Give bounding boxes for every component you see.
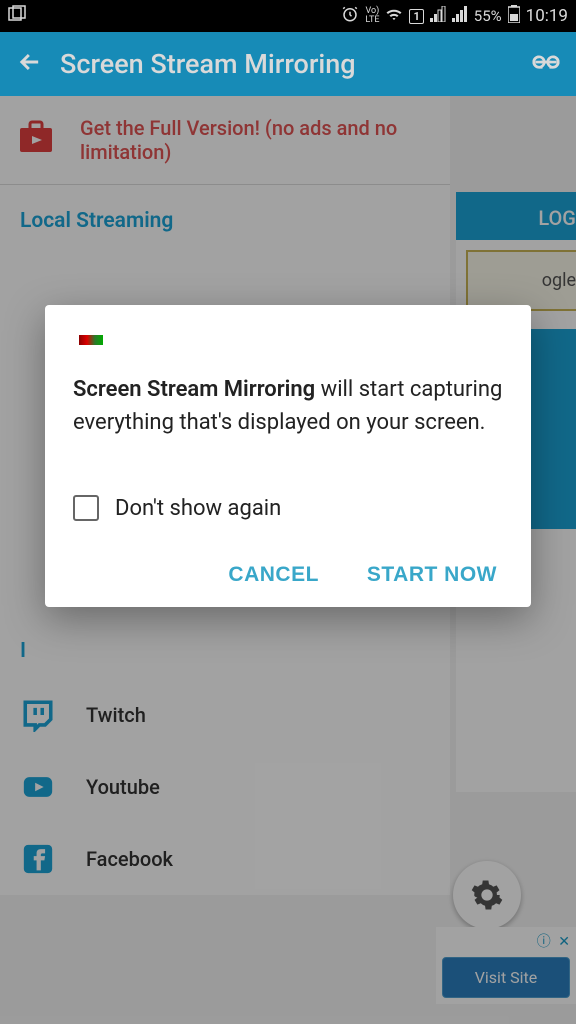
- dialog-actions: CANCEL START NOW: [73, 563, 503, 587]
- dialog-scrim[interactable]: Screen Stream Mirroring will start captu…: [0, 0, 576, 1024]
- start-now-button[interactable]: START NOW: [367, 563, 497, 587]
- dialog-message: Screen Stream Mirroring will start captu…: [73, 373, 503, 439]
- dont-show-again-row[interactable]: Don't show again: [73, 495, 503, 521]
- capture-permission-dialog: Screen Stream Mirroring will start captu…: [45, 305, 531, 607]
- dialog-app-icon: [79, 335, 103, 345]
- checkbox-icon[interactable]: [73, 495, 99, 521]
- cancel-button[interactable]: CANCEL: [228, 563, 319, 587]
- checkbox-label: Don't show again: [115, 496, 281, 521]
